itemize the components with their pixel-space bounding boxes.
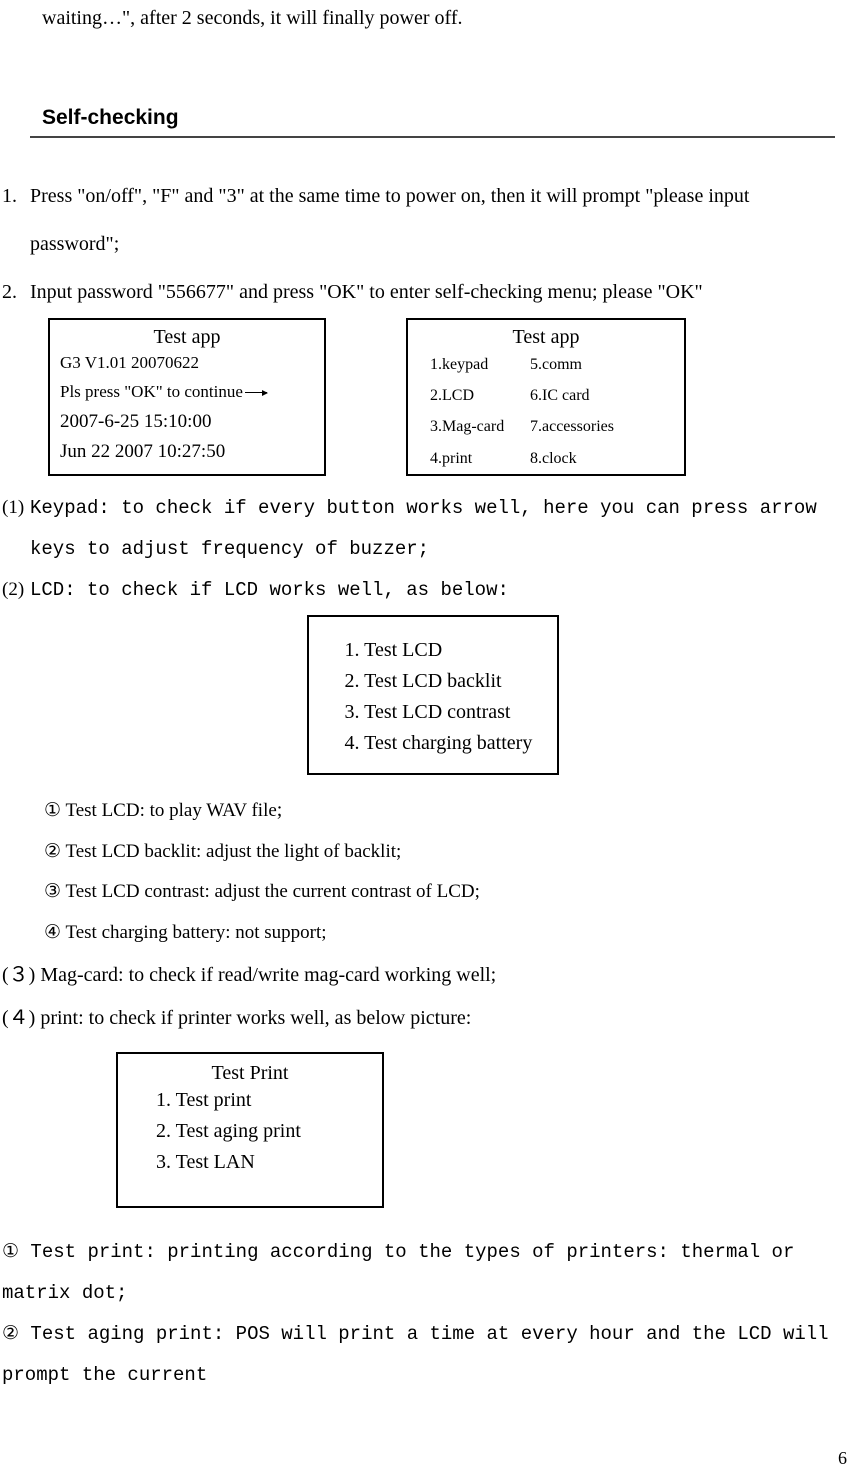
step-1-number: 1.	[2, 172, 30, 220]
item-3-magcard: (３) Mag-card: to check if read/write mag…	[2, 954, 835, 997]
screen-box-print-menu: Test Print 1. Test print 2. Test aging p…	[116, 1052, 384, 1208]
lcd-sub-1: ① Test LCD: to play WAV file;	[44, 789, 835, 832]
lcd-sub-4: ④ Test charging battery: not support;	[44, 913, 835, 954]
screen-box-testapp-1: Test app G3 V1.01 20070622 Pls press "OK…	[48, 318, 326, 476]
print-sub-2: ② Test aging print: POS will print a tim…	[2, 1314, 835, 1396]
step-2-text: Input password "556677" and press "OK" t…	[30, 281, 703, 303]
item-4-print: (４) print: to check if printer works wel…	[2, 997, 835, 1040]
box2-row: 4.print8.clock	[418, 443, 674, 474]
box4-line: 2. Test aging print	[130, 1116, 370, 1147]
box2-row: 2.LCD6.IC card	[418, 380, 674, 411]
screen-box-lcd-menu: 1. Test LCD 2. Test LCD backlit 3. Test …	[307, 615, 559, 775]
step-2: 2.Input password "556677" and press "OK"…	[2, 268, 835, 316]
screen-box-testapp-2: Test app 1.keypad5.comm 2.LCD6.IC card 3…	[406, 318, 686, 476]
section-rule	[30, 136, 835, 138]
box1-line3: 2007-6-25 15:10:00	[60, 407, 314, 437]
step-1: 1.Press "on/off", "F" and "3" at the sam…	[2, 172, 835, 268]
section-heading: Self-checking	[42, 106, 835, 130]
box3-line: 4. Test charging battery	[323, 728, 543, 759]
lcd-sub-2: ② Test LCD backlit: adjust the light of …	[44, 832, 835, 873]
page-number: 6	[838, 1448, 847, 1469]
step-2-number: 2.	[2, 268, 30, 316]
box4-line: 3. Test LAN	[130, 1147, 370, 1178]
item-2-lcd: (2)LCD: to check if LCD works well, as b…	[2, 570, 835, 611]
box1-line4: Jun 22 2007 10:27:50	[60, 437, 314, 467]
box3-line: 1. Test LCD	[323, 635, 543, 666]
box3-line: 2. Test LCD backlit	[323, 666, 543, 697]
lcd-sub-3: ③ Test LCD contrast: adjust the current …	[44, 872, 835, 913]
box3-line: 3. Test LCD contrast	[323, 697, 543, 728]
box2-title: Test app	[418, 326, 674, 349]
box1-line1: G3 V1.01 20070622	[60, 349, 314, 378]
box1-title: Test app	[60, 326, 314, 349]
box4-line: 1. Test print	[130, 1085, 370, 1116]
box1-line2: Pls press "OK" to continue	[60, 378, 314, 407]
step-1-text: Press "on/off", "F" and "3" at the same …	[30, 185, 749, 255]
box4-title: Test Print	[130, 1062, 370, 1085]
prev-page-fragment: waiting…", after 2 seconds, it will fina…	[42, 0, 835, 32]
print-sub-1: ① Test print: printing according to the …	[2, 1232, 835, 1314]
box2-row: 3.Mag-card7.accessories	[418, 411, 674, 442]
item-1-keypad: (1)Keypad: to check if every button work…	[2, 488, 835, 570]
box2-row: 1.keypad5.comm	[418, 349, 674, 380]
arrow-right-icon	[245, 392, 267, 393]
